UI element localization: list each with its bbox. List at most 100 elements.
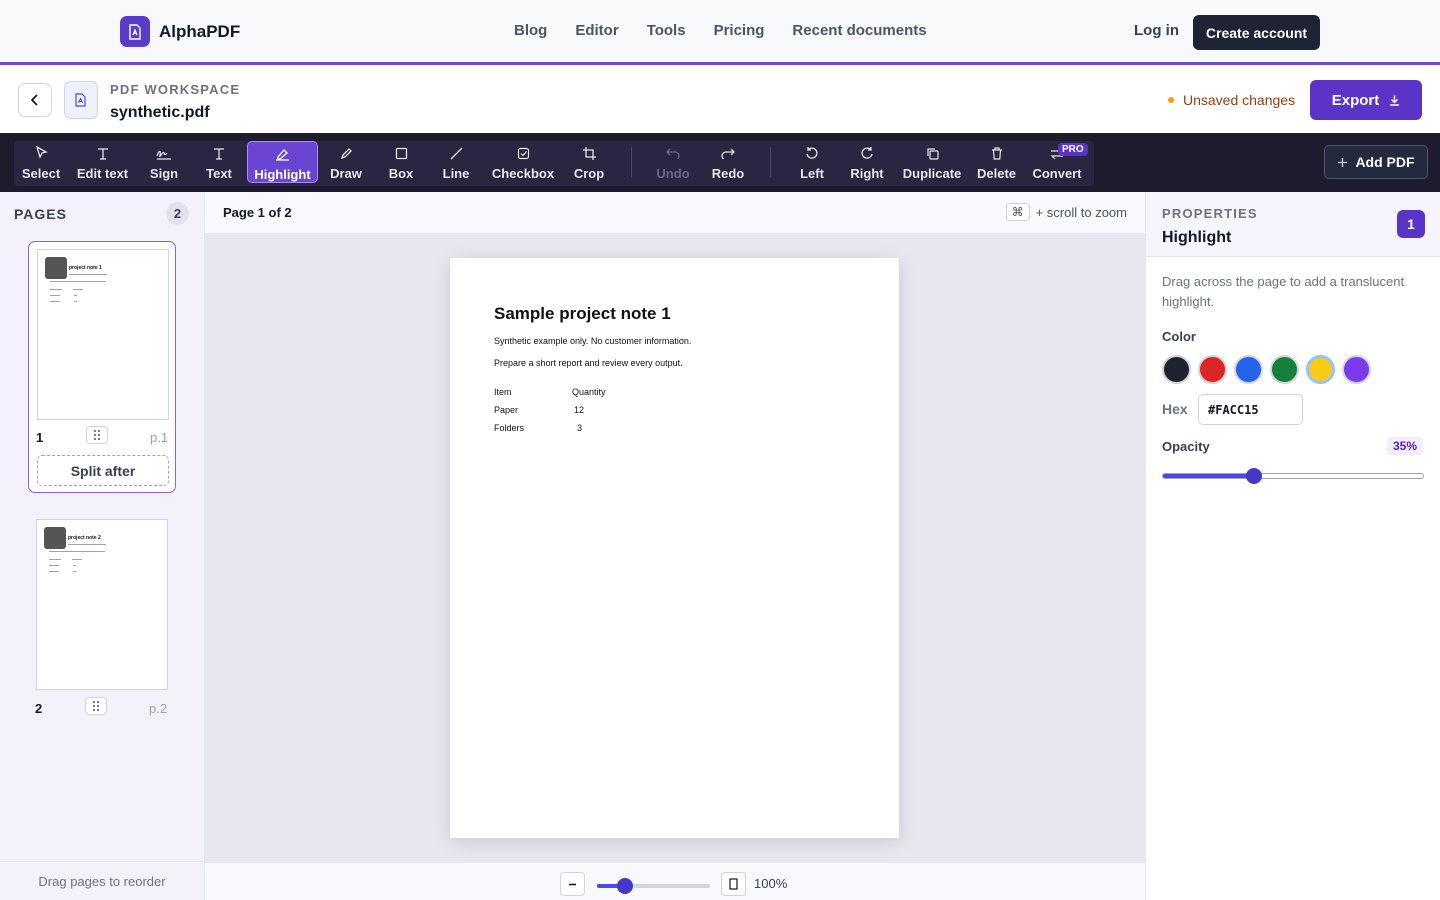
opacity-slider-fill	[1163, 474, 1254, 478]
mini-text-line	[74, 295, 77, 296]
mini-text-line	[50, 281, 106, 282]
rotate-right-button[interactable]: Right	[848, 141, 886, 183]
download-icon	[1390, 95, 1400, 106]
mini-logo	[44, 527, 66, 549]
tool-box[interactable]: Box	[383, 141, 419, 183]
back-button[interactable]	[18, 83, 52, 117]
undo-icon	[666, 148, 680, 159]
page-thumbnail-1[interactable]: project note 1	[37, 249, 169, 420]
unsaved-status: Unsaved changes	[1168, 92, 1295, 108]
plus-icon	[1338, 157, 1348, 167]
page-number: 1	[36, 430, 44, 445]
opacity-label: Opacity	[1162, 439, 1210, 454]
zoom-out-button[interactable]	[560, 872, 585, 896]
mini-text-line	[49, 565, 59, 566]
nav-link-pricing[interactable]: Pricing	[714, 22, 765, 39]
annotation-count-badge: 1	[1397, 210, 1425, 238]
mini-text-line	[50, 295, 60, 296]
properties-panel: PROPERTIES Highlight 1 Drag across the p…	[1145, 192, 1440, 900]
canvas-header: Page 1 of 2 ⌘ + scroll to zoom	[205, 192, 1145, 234]
opacity-slider[interactable]	[1162, 468, 1424, 484]
table-cell: 12	[574, 405, 585, 415]
hex-label: Hex	[1162, 401, 1188, 417]
mini-text-line	[49, 571, 59, 572]
fit-page-button[interactable]	[721, 872, 746, 896]
workspace-label: PDF WORKSPACE	[110, 82, 241, 97]
page-label: p.2	[149, 701, 168, 716]
line-icon	[450, 147, 462, 159]
add-pdf-button[interactable]: Add PDF	[1324, 145, 1428, 179]
delete-page-button[interactable]: Delete	[975, 141, 1018, 183]
drag-handle-icon[interactable]	[86, 426, 108, 444]
page-indicator: Page 1 of 2	[223, 205, 292, 220]
brand-name: AlphaPDF	[159, 21, 241, 41]
rotate-left-button[interactable]: Left	[796, 141, 828, 183]
table-cell: 3	[577, 423, 583, 433]
nav-link-tools[interactable]: Tools	[647, 22, 686, 39]
mini-text-line	[49, 551, 105, 552]
tool-sign[interactable]: Sign	[144, 141, 184, 183]
mini-text-line	[74, 301, 77, 302]
duplicate-page-button[interactable]: Duplicate	[901, 141, 963, 183]
opacity-slider-handle[interactable]	[1246, 468, 1262, 484]
brand[interactable]: AlphaPDF	[120, 16, 240, 47]
tool-crop[interactable]: Crop	[571, 141, 607, 183]
tool-text[interactable]: Text	[200, 141, 238, 183]
color-swatch[interactable]	[1198, 355, 1227, 384]
mini-text-line	[49, 559, 61, 560]
text-cursor-icon	[97, 147, 108, 160]
square-icon	[395, 147, 407, 159]
mini-page-title: project note 1	[69, 265, 102, 271]
zoom-slider[interactable]	[597, 878, 710, 894]
zoom-hint-text: + scroll to zoom	[1035, 204, 1127, 220]
create-account-button[interactable]: Create account	[1193, 15, 1320, 50]
pencil-icon	[340, 147, 352, 159]
page-fit-icon	[729, 878, 738, 890]
highlighter-icon	[276, 148, 289, 161]
command-key-icon: ⌘	[1005, 203, 1030, 221]
tool-select[interactable]: Select	[18, 141, 64, 183]
nav-link-editor[interactable]: Editor	[575, 22, 618, 39]
page-thumbnail-2[interactable]: project note 2	[36, 519, 168, 690]
mini-text-line	[72, 559, 82, 560]
tool-edit-text[interactable]: Edit text	[73, 141, 132, 183]
color-swatch[interactable]	[1306, 355, 1335, 384]
export-button[interactable]: Export	[1310, 80, 1422, 120]
drag-handle-icon[interactable]	[85, 697, 107, 715]
color-swatch[interactable]	[1342, 355, 1371, 384]
page-number: 2	[35, 701, 43, 716]
signature-icon	[156, 150, 171, 160]
tool-highlight[interactable]: Highlight	[247, 141, 318, 183]
nav-link-blog[interactable]: Blog	[514, 22, 547, 39]
nav-link-recent-documents[interactable]: Recent documents	[792, 22, 926, 39]
color-swatch[interactable]	[1270, 355, 1299, 384]
copy-icon	[926, 147, 939, 160]
color-swatch[interactable]	[1234, 355, 1263, 384]
mini-text-line	[69, 274, 107, 275]
document-title: Sample project note 1	[494, 304, 671, 323]
undo-button[interactable]: Undo	[654, 141, 692, 183]
redo-button[interactable]: Redo	[709, 141, 747, 183]
pages-title: PAGES	[14, 206, 67, 222]
color-swatch[interactable]	[1162, 355, 1191, 384]
tool-checkbox[interactable]: Checkbox	[490, 141, 556, 183]
toolbar-divider	[770, 147, 771, 177]
color-label: Color	[1162, 329, 1196, 344]
split-after-button[interactable]: Split after	[37, 455, 169, 486]
zoom-controls: 100%	[205, 862, 1145, 900]
tool-line[interactable]: Line	[438, 141, 474, 183]
tool-draw[interactable]: Draw	[326, 141, 366, 183]
login-link[interactable]: Log in	[1134, 22, 1179, 39]
document-filename: synthetic.pdf	[110, 104, 210, 121]
document-paragraph: Synthetic example only. No customer info…	[494, 336, 692, 346]
opacity-value-badge: 35%	[1387, 437, 1424, 455]
document-paragraph: Prepare a short report and review every …	[494, 358, 683, 368]
zoom-slider-handle[interactable]	[617, 878, 634, 894]
crop-icon	[582, 146, 596, 160]
hex-color-input[interactable]	[1198, 394, 1303, 425]
pdf-file-icon	[64, 81, 98, 119]
page-thumbnail-card-1[interactable]: project note 1 1 p.1 Split after	[28, 241, 176, 493]
pdf-page[interactable]: Sample project note 1 Synthetic example …	[450, 258, 899, 838]
mini-text-line	[68, 544, 106, 545]
page-thumbnail-card-2[interactable]: project note 2 2 p.2	[28, 511, 176, 721]
